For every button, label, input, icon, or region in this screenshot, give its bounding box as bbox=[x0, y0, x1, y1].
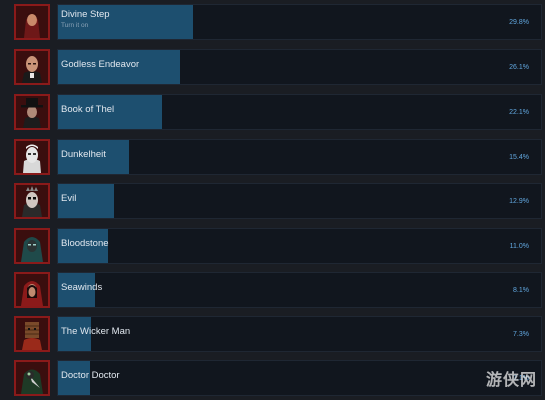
achievement-row: Seawinds 8.1% bbox=[11, 272, 542, 312]
achievement-name: The Wicker Man bbox=[61, 326, 131, 337]
plague-doctor-icon bbox=[14, 360, 50, 396]
unlock-percent: 11.0% bbox=[509, 243, 529, 250]
unlock-percent: 7.3% bbox=[513, 331, 529, 338]
achievement-row: Dunkelheit 15.4% bbox=[11, 139, 542, 179]
achievement-name: Doctor Doctor bbox=[61, 370, 120, 381]
achievement-row: Divine Step Turn it on 29.8% bbox=[11, 4, 542, 44]
unlock-percent: 8.1% bbox=[513, 287, 529, 294]
wicker-head-icon bbox=[14, 316, 50, 352]
achievement-name: Divine Step bbox=[61, 9, 110, 20]
achievement-row: Bloodstone 11.0% bbox=[11, 228, 542, 268]
hooded-figure-icon bbox=[14, 228, 50, 264]
red-hood-icon bbox=[14, 272, 50, 308]
progress-bar: Evil 12.9% bbox=[57, 183, 542, 219]
unlock-percent: 12.9% bbox=[509, 198, 529, 205]
unlock-percent: 22.1% bbox=[509, 109, 529, 116]
achievement-name: Seawinds bbox=[61, 282, 103, 293]
progress-bar: Dunkelheit 15.4% bbox=[57, 139, 542, 175]
progress-bar: Doctor Doctor 7.1% bbox=[57, 360, 542, 396]
unlock-percent: 26.1% bbox=[509, 64, 529, 71]
evil-face-icon bbox=[14, 183, 50, 219]
progress-bar: Seawinds 8.1% bbox=[57, 272, 542, 308]
bald-man-icon bbox=[14, 49, 50, 85]
progress-bar: Divine Step Turn it on 29.8% bbox=[57, 4, 542, 40]
progress-bar: Godless Endeavor 26.1% bbox=[57, 49, 542, 85]
achievement-name: Godless Endeavor bbox=[61, 59, 140, 70]
achievement-row: Godless Endeavor 26.1% bbox=[11, 49, 542, 89]
achievement-name: Dunkelheit bbox=[61, 149, 106, 160]
progress-bar: Book of Thel 22.1% bbox=[57, 94, 542, 130]
achievement-description: Turn it on bbox=[61, 22, 89, 29]
hat-man-icon bbox=[14, 94, 50, 130]
progress-bar: The Wicker Man 7.3% bbox=[57, 316, 542, 352]
progress-bar: Bloodstone 11.0% bbox=[57, 228, 542, 264]
achievement-row: The Wicker Man 7.3% bbox=[11, 316, 542, 356]
achievement-row: Evil 12.9% bbox=[11, 183, 542, 223]
pale-face-icon bbox=[14, 139, 50, 175]
unlock-percent: 29.8% bbox=[509, 19, 529, 26]
site-watermark: 游侠网 bbox=[485, 372, 537, 389]
achievement-name: Book of Thel bbox=[61, 104, 115, 115]
achievement-row: Book of Thel 22.1% bbox=[11, 94, 542, 134]
achievement-row: Doctor Doctor 7.1% bbox=[11, 360, 542, 400]
unlock-percent: 15.4% bbox=[509, 154, 529, 161]
achievement-name: Bloodstone bbox=[61, 238, 109, 249]
priest-icon bbox=[14, 4, 50, 40]
achievement-name: Evil bbox=[61, 193, 77, 204]
